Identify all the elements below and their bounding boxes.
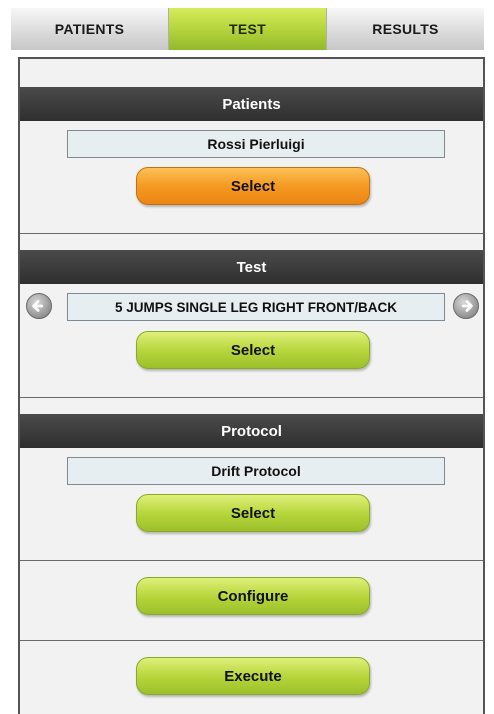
arrow-left-circle-icon[interactable] <box>26 293 52 319</box>
patients-section-header: Patients <box>20 87 483 121</box>
test-name-field: 5 JUMPS SINGLE LEG RIGHT FRONT/BACK <box>67 293 445 321</box>
test-section-header: Test <box>20 250 483 284</box>
test-setup-panel: Patients Rossi Pierluigi Select Test 5 J… <box>18 57 485 714</box>
divider <box>20 560 483 561</box>
configure-button[interactable]: Configure <box>136 577 370 615</box>
select-patient-button[interactable]: Select <box>136 167 370 205</box>
tab-test[interactable]: TEST <box>169 8 327 50</box>
select-test-button[interactable]: Select <box>136 331 370 369</box>
tab-patients[interactable]: PATIENTS <box>11 8 169 50</box>
patient-name-field: Rossi Pierluigi <box>67 130 445 158</box>
arrow-right-circle-icon[interactable] <box>453 293 479 319</box>
select-protocol-button[interactable]: Select <box>136 494 370 532</box>
divider <box>20 233 483 234</box>
execute-button[interactable]: Execute <box>136 657 370 695</box>
arrow-left-glyph <box>32 300 44 312</box>
protocol-name-field: Drift Protocol <box>67 457 445 485</box>
arrow-right-glyph <box>461 300 473 312</box>
divider <box>20 397 483 398</box>
tab-results[interactable]: RESULTS <box>327 8 484 50</box>
divider <box>20 640 483 641</box>
tab-bar: PATIENTS TEST RESULTS <box>11 8 484 50</box>
protocol-section-header: Protocol <box>20 414 483 448</box>
